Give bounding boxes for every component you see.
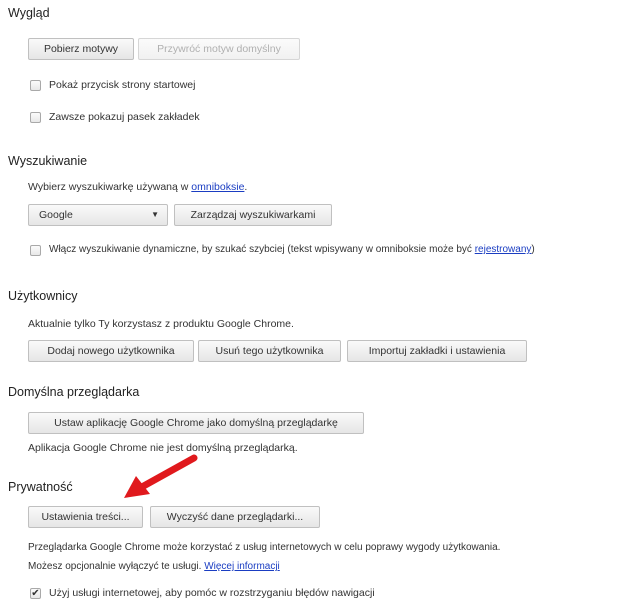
reset-theme-button[interactable]: Przywróć motyw domyślny: [138, 38, 300, 60]
nav-errors-checkbox[interactable]: ✔: [30, 588, 41, 599]
default-browser-title: Domyślna przeglądarka: [8, 385, 140, 399]
privacy-title: Prywatność: [8, 480, 73, 494]
manage-search-engines-button[interactable]: Zarządzaj wyszukiwarkami: [174, 204, 332, 226]
checkmark-icon: ✔: [31, 587, 40, 599]
instant-search-label: Włącz wyszukiwanie dynamiczne, by szukać…: [49, 244, 535, 255]
make-default-browser-button[interactable]: Ustaw aplikację Google Chrome jako domyś…: [28, 412, 364, 434]
users-title: Użytkownicy: [8, 289, 78, 303]
show-bookmarks-checkbox[interactable]: [30, 112, 41, 123]
remove-user-button[interactable]: Usuń tego użytkownika: [198, 340, 341, 362]
arrow-shaft: [136, 454, 198, 492]
import-bookmarks-button[interactable]: Importuj zakładki i ustawienia: [347, 340, 527, 362]
appearance-title: Wygląd: [8, 6, 50, 20]
search-description: Wybierz wyszukiwarkę używaną w omniboksi…: [28, 181, 248, 193]
get-themes-button[interactable]: Pobierz motywy: [28, 38, 134, 60]
add-user-button[interactable]: Dodaj nowego użytkownika: [28, 340, 194, 362]
instant-search-checkbox[interactable]: [30, 245, 41, 256]
show-home-label: Pokaż przycisk strony startowej: [49, 79, 196, 91]
privacy-description-2: Możesz opcjonalnie wyłączyć te usługi. W…: [28, 561, 280, 572]
search-title: Wyszukiwanie: [8, 154, 88, 168]
red-arrow-annotation: [124, 454, 198, 498]
clear-browsing-data-button[interactable]: Wyczyść dane przeglądarki...: [150, 506, 320, 528]
content-settings-button[interactable]: Ustawienia treści...: [28, 506, 143, 528]
search-engine-select[interactable]: Google ▼: [28, 204, 168, 226]
privacy-description: Przeglądarka Google Chrome może korzysta…: [28, 542, 501, 553]
users-description: Aktualnie tylko Ty korzystasz z produktu…: [28, 318, 294, 330]
more-info-link[interactable]: Więcej informacji: [204, 561, 280, 572]
search-engine-value: Google: [39, 209, 73, 221]
omnibox-link[interactable]: omniboksie: [191, 181, 244, 193]
show-bookmarks-label: Zawsze pokazuj pasek zakładek: [49, 111, 200, 123]
show-home-checkbox[interactable]: [30, 80, 41, 91]
logged-link[interactable]: rejestrowany: [475, 244, 532, 255]
nav-errors-label: Użyj usługi internetowej, aby pomóc w ro…: [49, 587, 375, 599]
dropdown-arrow-icon: ▼: [151, 210, 159, 219]
